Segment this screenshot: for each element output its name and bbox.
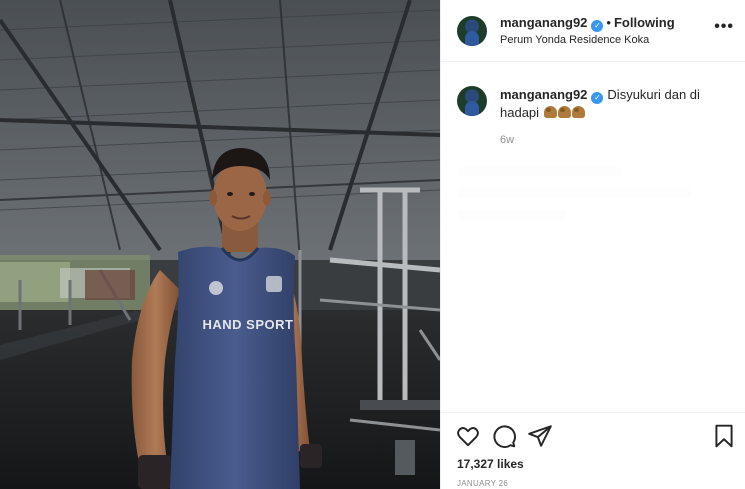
time-ago[interactable]: 6w: [500, 134, 514, 146]
bookmark-icon[interactable]: [711, 423, 737, 449]
more-options-icon[interactable]: •••: [714, 18, 734, 36]
likes-count[interactable]: 17,327 likes: [457, 457, 524, 471]
verified-badge-icon: ✓: [591, 20, 604, 32]
post-date: JANUARY 26: [457, 479, 509, 488]
header-user-line: manganang92 ✓ • Following: [500, 15, 675, 32]
caption-username[interactable]: manganang92: [500, 87, 587, 102]
username-link[interactable]: manganang92: [500, 15, 587, 30]
post-photo[interactable]: HAND SPORT: [0, 0, 440, 489]
heart-icon[interactable]: [455, 423, 481, 449]
caption-comment: manganang92 ✓ Disyukuri dan di hadapi 6w: [441, 62, 745, 412]
post-panel: manganang92 ✓ • Following Perum Yonda Resid…: [440, 0, 745, 489]
avatar[interactable]: [457, 86, 487, 116]
separator-dot: •: [606, 15, 611, 30]
gym-photo: HAND SPORT: [0, 0, 440, 489]
shirt-text: HAND SPORT: [203, 317, 294, 332]
share-icon[interactable]: [527, 423, 553, 449]
post-header: manganang92 ✓ • Following Perum Yonda Resid…: [441, 0, 745, 62]
action-bar: 17,327 likes JANUARY 26: [441, 412, 745, 489]
verified-badge-icon: ✓: [591, 92, 604, 104]
comments-placeholder: [457, 166, 732, 396]
flexed-biceps-icon: [557, 106, 571, 118]
caption: manganang92 ✓ Disyukuri dan di hadapi: [500, 86, 730, 122]
location-link[interactable]: Perum Yonda Residence Koka: [500, 34, 649, 46]
comment-icon[interactable]: [491, 423, 517, 449]
flexed-biceps-icon: [543, 106, 557, 118]
flexed-biceps-icon: [571, 106, 585, 118]
following-button[interactable]: Following: [614, 15, 675, 30]
avatar[interactable]: [457, 16, 487, 46]
